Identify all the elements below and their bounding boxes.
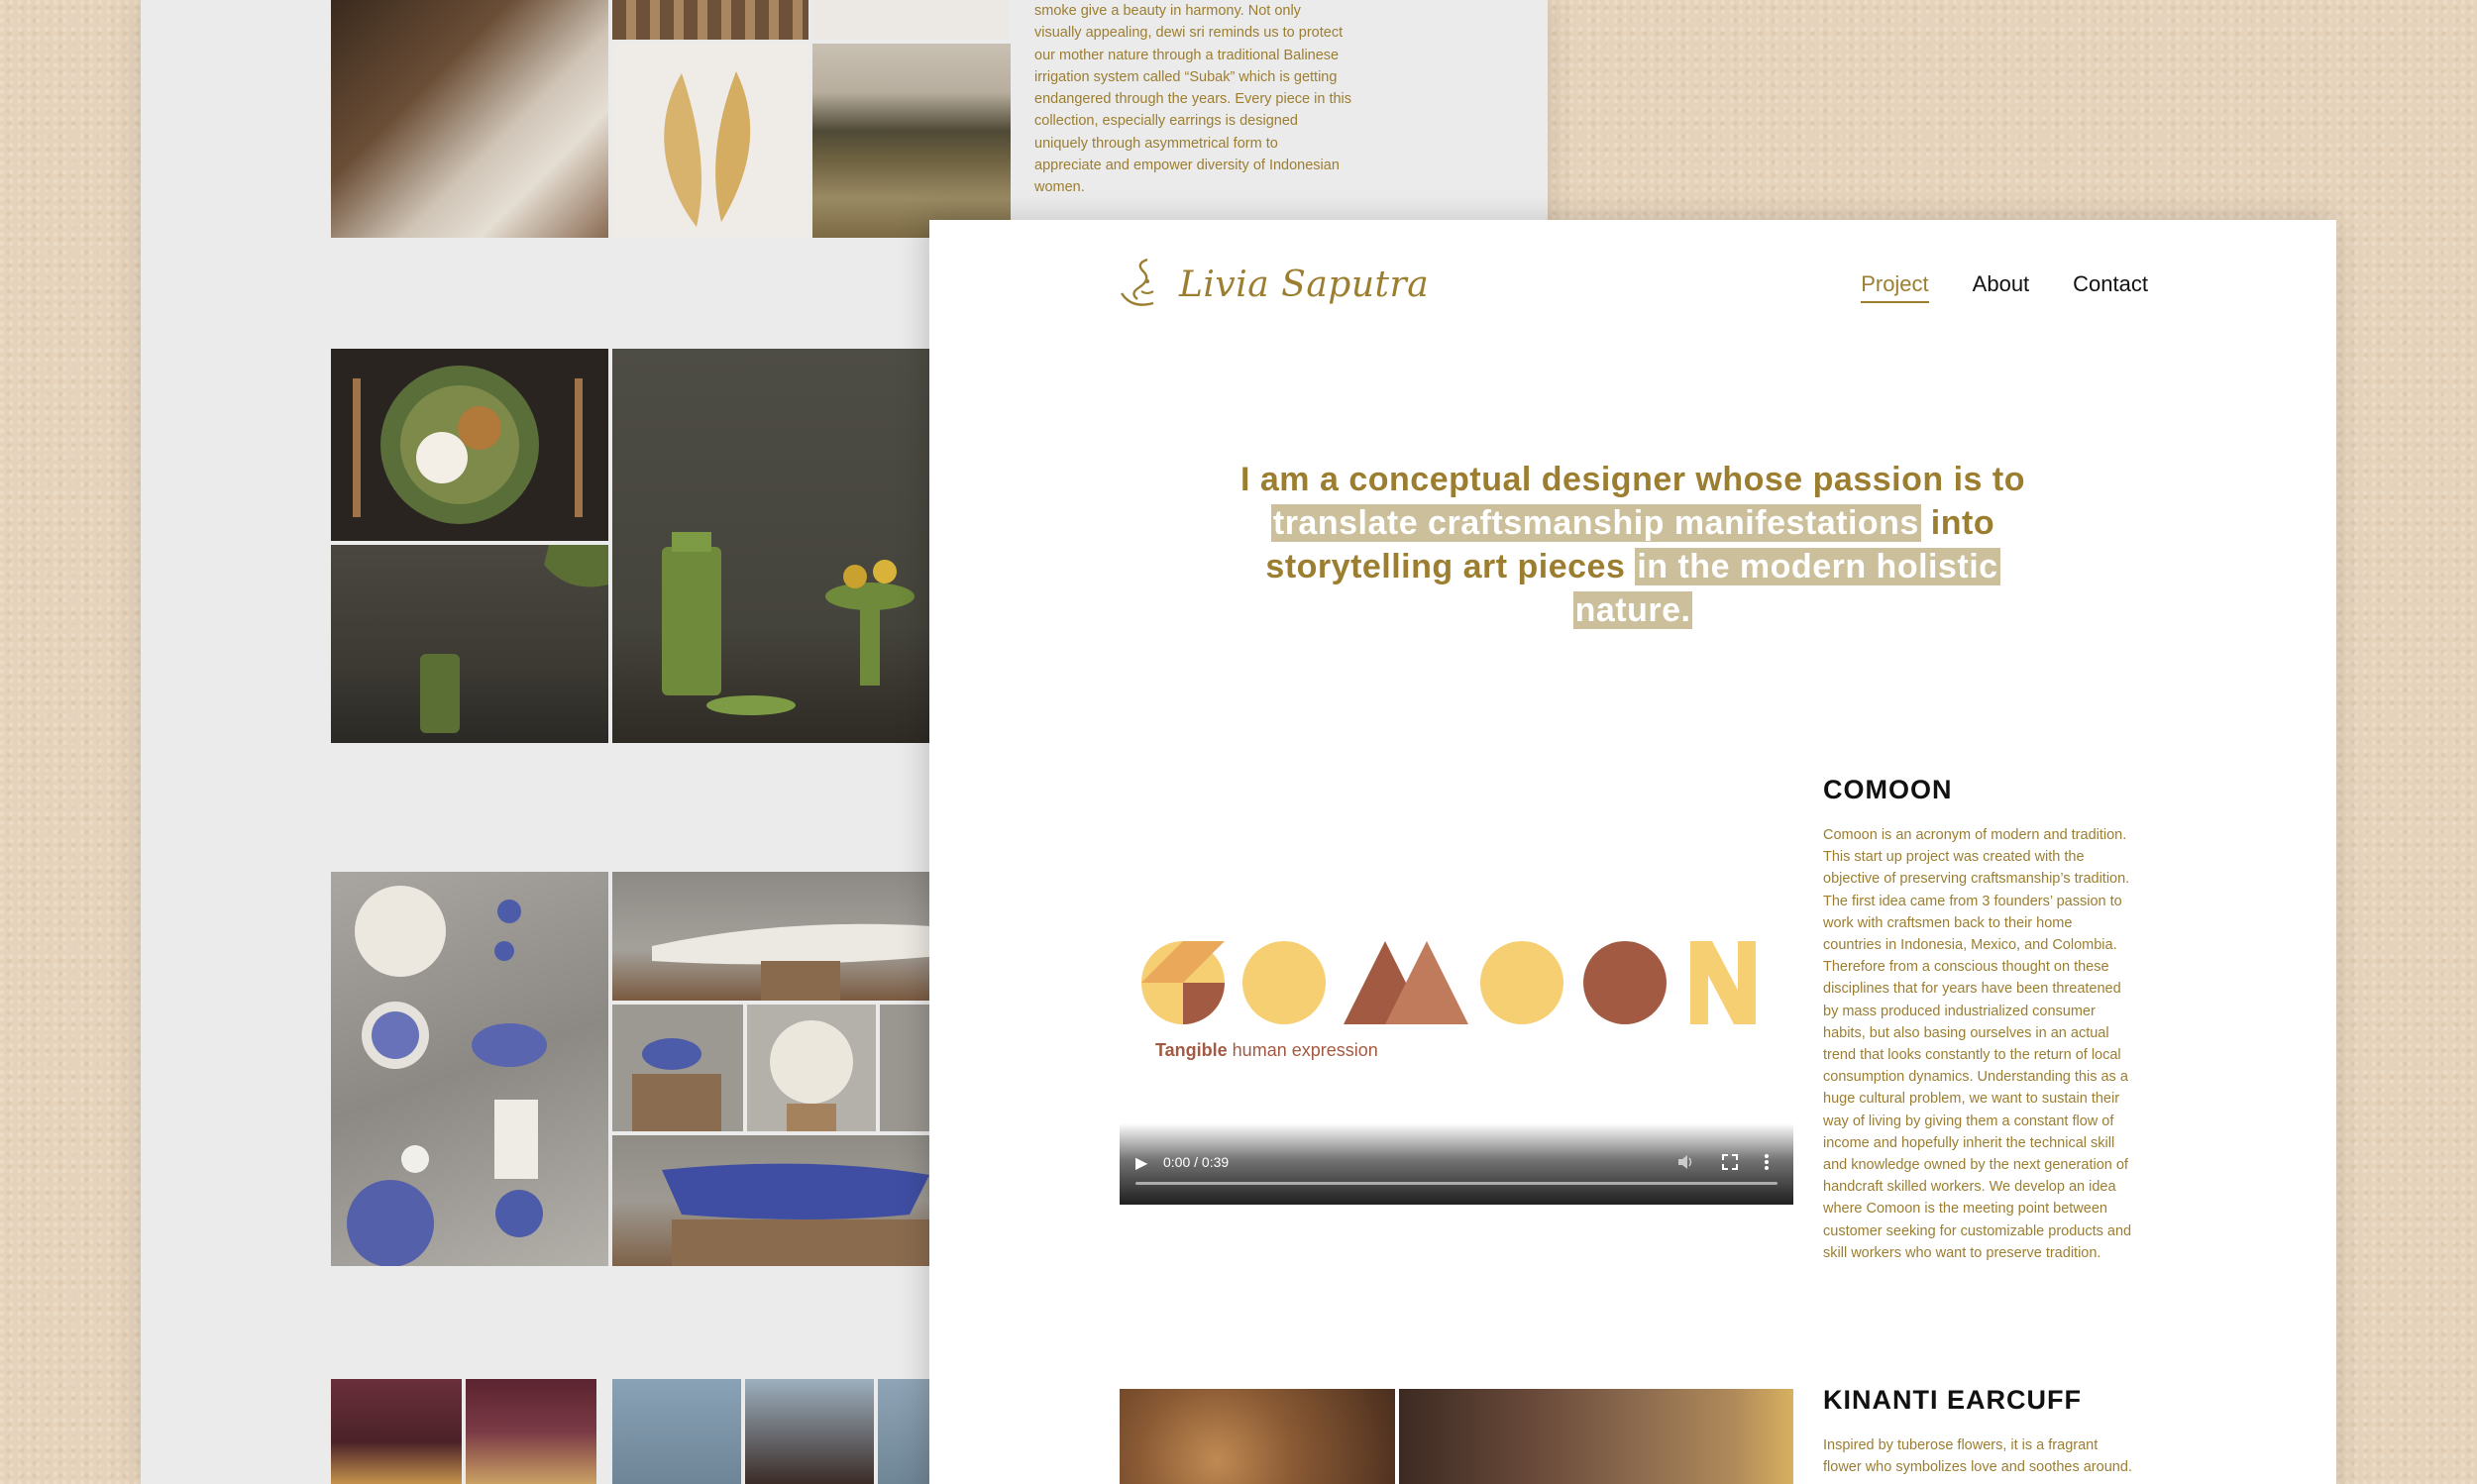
more-icon[interactable] xyxy=(1764,1153,1770,1171)
play-icon[interactable]: ▶ xyxy=(1135,1153,1147,1173)
photo-blue-tableware xyxy=(331,872,608,1266)
desc-line: Therefore from a conscious thought on th… xyxy=(1823,959,2109,976)
nav-about[interactable]: About xyxy=(1973,271,2030,303)
nav-contact[interactable]: Contact xyxy=(2073,271,2148,303)
hero-statement: I am a conceptual designer whose passion… xyxy=(1227,458,2039,632)
hero-text: I am a conceptual designer whose passion… xyxy=(1240,461,2025,498)
blue-plates-icon xyxy=(347,886,547,1266)
video-time: 0:00 / 0:39 xyxy=(1163,1154,1230,1170)
hero-highlight: translate craftsmanship manifestations xyxy=(1270,504,1921,542)
desc-line: objective of preserving craftsmanship’s … xyxy=(1823,871,2130,888)
photo-green-plate-rice xyxy=(331,349,608,541)
intro-line: women. xyxy=(1034,179,1085,196)
video-controls: ▶ 0:00 / 0:39 xyxy=(1120,1123,1793,1205)
desc-line: where Comoon is the meeting point betwee… xyxy=(1823,1201,2107,1218)
photo-woman-earcuff[interactable] xyxy=(1399,1389,1793,1484)
intro-line: endangered through the years. Every piec… xyxy=(1034,91,1352,108)
hero-highlight: nature. xyxy=(1572,591,1693,629)
gold-leaf-earrings-icon xyxy=(664,71,751,227)
desc-line: habits, but also basing ourselves in an … xyxy=(1823,1024,2109,1041)
desc-line: way of living by giving them a constant … xyxy=(1823,1113,2114,1129)
intro-line: collection, especially earrings is desig… xyxy=(1034,113,1298,130)
intro-line: appreciate and empower diversity of Indo… xyxy=(1034,158,1340,174)
desc-line: trend that looks constantly to the retur… xyxy=(1823,1047,2121,1064)
desc-line: huge cultural problem, we want to sustai… xyxy=(1823,1091,2120,1108)
intro-line: irrigation system called “Subak” which i… xyxy=(1034,68,1338,85)
photo-gold-leaf-small xyxy=(812,0,1009,40)
green-cup-icon xyxy=(420,545,608,733)
plate-icon xyxy=(353,366,583,524)
desc-line: Comoon is an acronym of modern and tradi… xyxy=(1823,827,2127,843)
photo-earcuff-closeup[interactable] xyxy=(1120,1389,1395,1484)
photo-woman-jewelry-2 xyxy=(466,1379,596,1484)
desc-line: handcraft skilled workers. We develop an… xyxy=(1823,1179,2116,1196)
main-nav: Project About Contact xyxy=(1861,271,2148,303)
nav-project[interactable]: Project xyxy=(1861,271,1929,303)
photo-woman-necklace xyxy=(745,1379,874,1484)
photo-gold-leaf-earrings xyxy=(612,44,808,238)
photo-blue-bowl-stool xyxy=(612,1005,743,1131)
desc-line: income and hopefully inherit the technic… xyxy=(1823,1134,2115,1151)
intro-line: our mother nature through a traditional … xyxy=(1034,47,1340,63)
desc-line: by mass produced industrialized consumer xyxy=(1823,1003,2096,1019)
desc-line: flower who symbolizes love and soothes a… xyxy=(1823,1459,2132,1476)
blue-bowl-icon xyxy=(632,1038,721,1131)
desc-line: and knowledge owned by the next generati… xyxy=(1823,1157,2128,1174)
photo-gold-bars xyxy=(612,0,808,40)
video-progress-bar[interactable] xyxy=(1135,1182,1777,1185)
video-tagline: Tangible human expression xyxy=(1155,1040,1378,1061)
desc-line: The first idea came from 3 founders’ pas… xyxy=(1823,893,2122,909)
photo-woman-lace-dress xyxy=(331,0,608,238)
desc-line: This start up project was created with t… xyxy=(1823,849,2085,866)
logo[interactable]: Livia Saputra xyxy=(1118,254,1429,315)
project-title-kinanti: KINANTI EARCUFF xyxy=(1823,1385,2082,1415)
desc-line: customer seeking for customizable produc… xyxy=(1823,1222,2132,1239)
tagline-rest: human expression xyxy=(1227,1040,1378,1060)
volume-icon[interactable] xyxy=(1676,1153,1694,1171)
photo-white-plate-stand xyxy=(747,1005,876,1131)
project-description-comoon: Comoon is an acronym of modern and tradi… xyxy=(1823,824,2150,1264)
intro-line: smoke give a beauty in harmony. Not only xyxy=(1034,3,1301,19)
white-plate-icon xyxy=(770,1020,853,1131)
hero-text: storytelling art pieces xyxy=(1265,548,1636,585)
photo-rings-water xyxy=(612,1379,741,1484)
portfolio-page: Livia Saputra Project About Contact I am… xyxy=(929,220,2336,1484)
tagline-bold: Tangible xyxy=(1155,1040,1228,1060)
project-description-kinanti: Inspired by tuberose flowers, it is a fr… xyxy=(1823,1434,2150,1478)
photo-rice-field xyxy=(812,44,1011,238)
project-title-comoon: COMOON xyxy=(1823,775,1953,804)
hero-highlight: in the modern holistic xyxy=(1635,548,2000,585)
desc-line: Inspired by tuberose flowers, it is a fr… xyxy=(1823,1437,2099,1453)
intro-description: smoke give a beauty in harmony. Not only… xyxy=(1034,0,1373,199)
intro-line: uniquely through asymmetrical form to xyxy=(1034,135,1278,152)
desc-line: skill workers who want to preserve tradi… xyxy=(1823,1244,2101,1261)
photo-woman-jewelry-1 xyxy=(331,1379,462,1484)
desc-line: consumption dynamics. Understanding this… xyxy=(1823,1069,2128,1086)
desc-line: disciplines that for years have been thr… xyxy=(1823,981,2121,998)
face-logo-icon xyxy=(1120,258,1154,306)
photo-pouring-tea xyxy=(331,545,608,743)
desc-line: countries in Indonesia, Mexico, and Colo… xyxy=(1823,937,2117,954)
logo-text: Livia Saputra xyxy=(1179,264,1430,305)
intro-line: visually appealing, dewi sri reminds us … xyxy=(1034,25,1344,42)
fullscreen-icon[interactable] xyxy=(1722,1154,1738,1170)
hero-text: into xyxy=(1920,504,1995,542)
comoon-video[interactable]: Tangible human expression ▶ 0:00 / 0:39 xyxy=(1120,795,1793,1205)
desc-line: work with craftsmen back to their home xyxy=(1823,914,2073,931)
